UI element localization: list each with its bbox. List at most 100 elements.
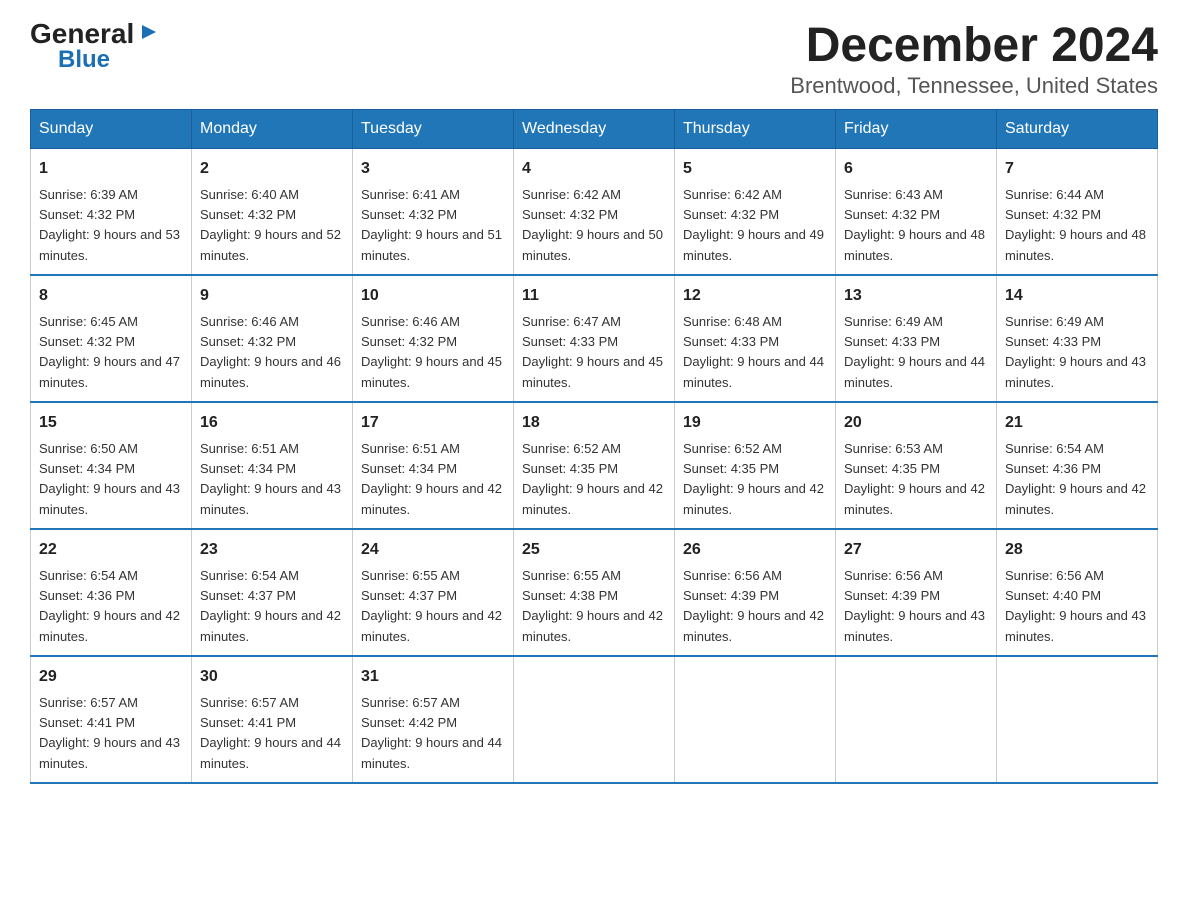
day-info: Sunrise: 6:54 AMSunset: 4:37 PMDaylight:… (200, 568, 341, 644)
day-cell: 29 Sunrise: 6:57 AMSunset: 4:41 PMDaylig… (31, 656, 192, 783)
col-saturday: Saturday (997, 109, 1158, 148)
week-row-3: 15 Sunrise: 6:50 AMSunset: 4:34 PMDaylig… (31, 402, 1158, 529)
day-number: 29 (39, 665, 183, 689)
page-header: General Blue December 2024 Brentwood, Te… (30, 20, 1158, 99)
day-cell: 6 Sunrise: 6:43 AMSunset: 4:32 PMDayligh… (836, 148, 997, 275)
day-cell: 27 Sunrise: 6:56 AMSunset: 4:39 PMDaylig… (836, 529, 997, 656)
day-cell: 11 Sunrise: 6:47 AMSunset: 4:33 PMDaylig… (514, 275, 675, 402)
day-cell: 4 Sunrise: 6:42 AMSunset: 4:32 PMDayligh… (514, 148, 675, 275)
day-cell: 2 Sunrise: 6:40 AMSunset: 4:32 PMDayligh… (192, 148, 353, 275)
day-cell: 13 Sunrise: 6:49 AMSunset: 4:33 PMDaylig… (836, 275, 997, 402)
day-number: 5 (683, 157, 827, 181)
day-number: 7 (1005, 157, 1149, 181)
day-cell: 9 Sunrise: 6:46 AMSunset: 4:32 PMDayligh… (192, 275, 353, 402)
day-cell: 3 Sunrise: 6:41 AMSunset: 4:32 PMDayligh… (353, 148, 514, 275)
day-number: 19 (683, 411, 827, 435)
day-number: 21 (1005, 411, 1149, 435)
day-info: Sunrise: 6:48 AMSunset: 4:33 PMDaylight:… (683, 314, 824, 390)
day-cell: 10 Sunrise: 6:46 AMSunset: 4:32 PMDaylig… (353, 275, 514, 402)
week-row-5: 29 Sunrise: 6:57 AMSunset: 4:41 PMDaylig… (31, 656, 1158, 783)
day-cell: 5 Sunrise: 6:42 AMSunset: 4:32 PMDayligh… (675, 148, 836, 275)
day-info: Sunrise: 6:41 AMSunset: 4:32 PMDaylight:… (361, 187, 502, 263)
day-cell (675, 656, 836, 783)
day-number: 23 (200, 538, 344, 562)
day-info: Sunrise: 6:47 AMSunset: 4:33 PMDaylight:… (522, 314, 663, 390)
day-info: Sunrise: 6:46 AMSunset: 4:32 PMDaylight:… (200, 314, 341, 390)
day-number: 17 (361, 411, 505, 435)
day-number: 24 (361, 538, 505, 562)
day-cell: 24 Sunrise: 6:55 AMSunset: 4:37 PMDaylig… (353, 529, 514, 656)
day-info: Sunrise: 6:57 AMSunset: 4:41 PMDaylight:… (39, 695, 180, 771)
day-number: 25 (522, 538, 666, 562)
day-info: Sunrise: 6:54 AMSunset: 4:36 PMDaylight:… (39, 568, 180, 644)
day-info: Sunrise: 6:51 AMSunset: 4:34 PMDaylight:… (361, 441, 502, 517)
calendar-body: 1 Sunrise: 6:39 AMSunset: 4:32 PMDayligh… (31, 148, 1158, 783)
col-monday: Monday (192, 109, 353, 148)
day-cell: 19 Sunrise: 6:52 AMSunset: 4:35 PMDaylig… (675, 402, 836, 529)
day-cell: 14 Sunrise: 6:49 AMSunset: 4:33 PMDaylig… (997, 275, 1158, 402)
day-cell: 26 Sunrise: 6:56 AMSunset: 4:39 PMDaylig… (675, 529, 836, 656)
day-number: 16 (200, 411, 344, 435)
week-row-2: 8 Sunrise: 6:45 AMSunset: 4:32 PMDayligh… (31, 275, 1158, 402)
week-row-4: 22 Sunrise: 6:54 AMSunset: 4:36 PMDaylig… (31, 529, 1158, 656)
day-cell (997, 656, 1158, 783)
day-info: Sunrise: 6:56 AMSunset: 4:40 PMDaylight:… (1005, 568, 1146, 644)
day-info: Sunrise: 6:52 AMSunset: 4:35 PMDaylight:… (522, 441, 663, 517)
day-number: 1 (39, 157, 183, 181)
day-info: Sunrise: 6:51 AMSunset: 4:34 PMDaylight:… (200, 441, 341, 517)
day-number: 26 (683, 538, 827, 562)
day-info: Sunrise: 6:53 AMSunset: 4:35 PMDaylight:… (844, 441, 985, 517)
title-block: December 2024 Brentwood, Tennessee, Unit… (790, 20, 1158, 99)
day-number: 9 (200, 284, 344, 308)
day-cell: 7 Sunrise: 6:44 AMSunset: 4:32 PMDayligh… (997, 148, 1158, 275)
day-info: Sunrise: 6:42 AMSunset: 4:32 PMDaylight:… (522, 187, 663, 263)
day-info: Sunrise: 6:55 AMSunset: 4:37 PMDaylight:… (361, 568, 502, 644)
logo-general-text: General (30, 20, 134, 48)
day-cell: 30 Sunrise: 6:57 AMSunset: 4:41 PMDaylig… (192, 656, 353, 783)
day-info: Sunrise: 6:57 AMSunset: 4:41 PMDaylight:… (200, 695, 341, 771)
day-info: Sunrise: 6:55 AMSunset: 4:38 PMDaylight:… (522, 568, 663, 644)
day-cell: 16 Sunrise: 6:51 AMSunset: 4:34 PMDaylig… (192, 402, 353, 529)
week-row-1: 1 Sunrise: 6:39 AMSunset: 4:32 PMDayligh… (31, 148, 1158, 275)
col-tuesday: Tuesday (353, 109, 514, 148)
day-number: 31 (361, 665, 505, 689)
day-info: Sunrise: 6:42 AMSunset: 4:32 PMDaylight:… (683, 187, 824, 263)
day-cell: 31 Sunrise: 6:57 AMSunset: 4:42 PMDaylig… (353, 656, 514, 783)
day-info: Sunrise: 6:39 AMSunset: 4:32 PMDaylight:… (39, 187, 180, 263)
day-number: 18 (522, 411, 666, 435)
day-cell: 20 Sunrise: 6:53 AMSunset: 4:35 PMDaylig… (836, 402, 997, 529)
day-number: 27 (844, 538, 988, 562)
day-number: 2 (200, 157, 344, 181)
col-thursday: Thursday (675, 109, 836, 148)
day-cell: 12 Sunrise: 6:48 AMSunset: 4:33 PMDaylig… (675, 275, 836, 402)
col-friday: Friday (836, 109, 997, 148)
day-info: Sunrise: 6:45 AMSunset: 4:32 PMDaylight:… (39, 314, 180, 390)
day-cell: 15 Sunrise: 6:50 AMSunset: 4:34 PMDaylig… (31, 402, 192, 529)
day-cell: 28 Sunrise: 6:56 AMSunset: 4:40 PMDaylig… (997, 529, 1158, 656)
day-info: Sunrise: 6:40 AMSunset: 4:32 PMDaylight:… (200, 187, 341, 263)
day-info: Sunrise: 6:56 AMSunset: 4:39 PMDaylight:… (844, 568, 985, 644)
day-number: 15 (39, 411, 183, 435)
day-cell: 21 Sunrise: 6:54 AMSunset: 4:36 PMDaylig… (997, 402, 1158, 529)
day-number: 30 (200, 665, 344, 689)
calendar-header: Sunday Monday Tuesday Wednesday Thursday… (31, 109, 1158, 148)
day-info: Sunrise: 6:49 AMSunset: 4:33 PMDaylight:… (844, 314, 985, 390)
day-number: 4 (522, 157, 666, 181)
day-cell: 18 Sunrise: 6:52 AMSunset: 4:35 PMDaylig… (514, 402, 675, 529)
day-number: 20 (844, 411, 988, 435)
header-row: Sunday Monday Tuesday Wednesday Thursday… (31, 109, 1158, 148)
day-info: Sunrise: 6:50 AMSunset: 4:34 PMDaylight:… (39, 441, 180, 517)
day-cell: 25 Sunrise: 6:55 AMSunset: 4:38 PMDaylig… (514, 529, 675, 656)
col-sunday: Sunday (31, 109, 192, 148)
calendar-table: Sunday Monday Tuesday Wednesday Thursday… (30, 109, 1158, 784)
day-cell (836, 656, 997, 783)
day-number: 14 (1005, 284, 1149, 308)
day-info: Sunrise: 6:57 AMSunset: 4:42 PMDaylight:… (361, 695, 502, 771)
day-cell: 17 Sunrise: 6:51 AMSunset: 4:34 PMDaylig… (353, 402, 514, 529)
day-number: 10 (361, 284, 505, 308)
page-title: December 2024 (790, 20, 1158, 73)
day-number: 13 (844, 284, 988, 308)
day-info: Sunrise: 6:56 AMSunset: 4:39 PMDaylight:… (683, 568, 824, 644)
day-number: 3 (361, 157, 505, 181)
day-cell (514, 656, 675, 783)
